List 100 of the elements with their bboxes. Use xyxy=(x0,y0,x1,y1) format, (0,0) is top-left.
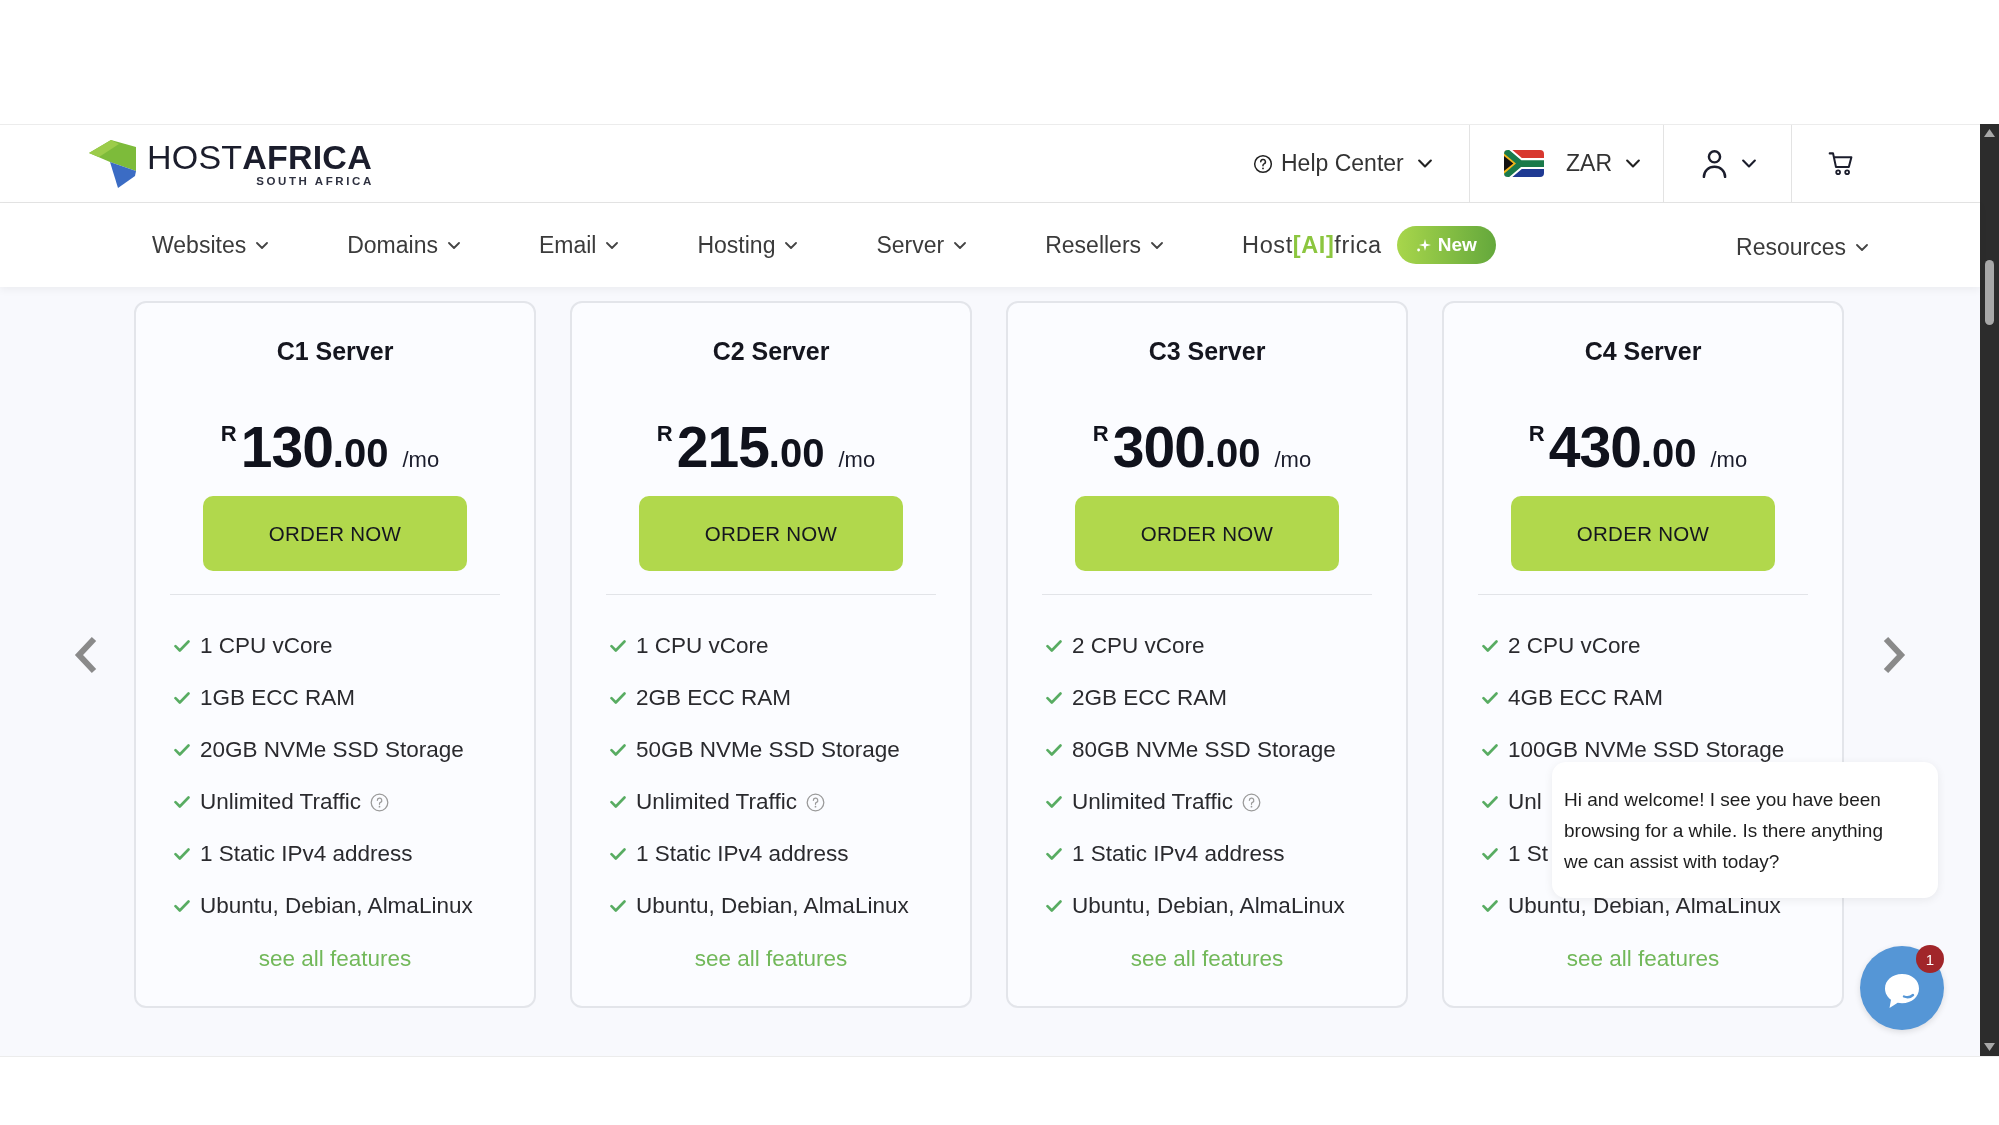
order-now-button[interactable]: ORDER NOW xyxy=(1075,496,1339,571)
plan-name: C2 Server xyxy=(712,336,830,366)
check-icon xyxy=(1482,744,1498,756)
brand-name[interactable]: HOSTAFRICA xyxy=(147,139,372,174)
feature-text: 20GB NVMe SSD Storage xyxy=(200,737,464,763)
new-badge: New xyxy=(1396,226,1496,264)
feature-text: Unl xyxy=(1508,789,1542,815)
nav-menu-item[interactable]: Websites xyxy=(152,231,269,259)
notification-badge: 1 xyxy=(1916,945,1944,973)
check-icon xyxy=(610,848,626,860)
feature-text: Ubuntu, Debian, AlmaLinux xyxy=(636,893,909,919)
plan-price: $^{R}$ 215.00 xyxy=(656,414,825,481)
feature-text: 2 CPU vCore xyxy=(1508,633,1641,659)
feature-text: Unlimited Traffic xyxy=(636,789,797,815)
plan-price: $^{R}$ 430.00 xyxy=(1528,414,1697,481)
check-icon xyxy=(610,692,626,704)
feature-text: 1 CPU vCore xyxy=(200,633,333,659)
plan-price: $^{R}$ 300.00 xyxy=(1092,414,1261,481)
chat-message: Hi and welcome! I see you have been browsing for a while. Is there anything we can assist with today? xyxy=(1564,788,1884,874)
feature-text: 1 Static IPv4 address xyxy=(200,841,413,867)
currency-selector[interactable]: ZAR xyxy=(1504,150,1640,177)
check-icon xyxy=(610,796,626,808)
help-icon[interactable] xyxy=(805,792,825,812)
feature-text: Unlimited Traffic xyxy=(1072,789,1233,815)
user-icon[interactable] xyxy=(1701,149,1728,178)
brand-tagline: SOUTH AFRICA xyxy=(256,173,374,188)
chevron-right-icon[interactable] xyxy=(1882,635,1906,674)
check-icon xyxy=(1046,692,1062,704)
nav-menu-item[interactable]: Email xyxy=(538,231,619,259)
check-icon xyxy=(1482,640,1498,652)
feature-text: 80GB NVMe SSD Storage xyxy=(1072,737,1336,763)
feature-text: Ubuntu, Debian, AlmaLinux xyxy=(200,893,473,919)
order-now-button[interactable]: ORDER NOW xyxy=(639,496,903,571)
help-icon[interactable] xyxy=(1241,792,1261,812)
scroll-up-icon[interactable] xyxy=(1984,129,1995,137)
scroll-down-icon[interactable] xyxy=(1984,1043,1995,1051)
feature-text: 100GB NVMe SSD Storage xyxy=(1508,737,1785,763)
scrollbar-thumb[interactable] xyxy=(1985,260,1994,325)
check-icon xyxy=(1046,796,1062,808)
chevron-down-icon xyxy=(785,241,798,249)
order-now-button[interactable]: ORDER NOW xyxy=(203,496,467,571)
nav-menu-item[interactable]: Domains xyxy=(347,231,460,259)
check-icon xyxy=(174,744,190,756)
chevron-down-icon xyxy=(256,241,269,249)
chevron-down-icon xyxy=(954,241,967,249)
billing-period: /mo xyxy=(402,446,440,474)
feature-text: Unlimited Traffic xyxy=(200,789,361,815)
ai-product-link[interactable]: Host[AI]frica xyxy=(1242,231,1382,259)
chevron-down-icon xyxy=(1626,159,1640,168)
chat-bubble-icon xyxy=(1882,972,1922,1010)
check-icon xyxy=(174,796,190,808)
chevron-down-icon xyxy=(1151,241,1164,249)
check-icon xyxy=(174,848,190,860)
chevron-down-icon xyxy=(606,241,619,249)
check-icon xyxy=(610,900,626,912)
check-icon xyxy=(1482,900,1498,912)
billing-period: /mo xyxy=(1710,446,1748,474)
chevron-left-icon[interactable] xyxy=(74,635,98,674)
check-icon xyxy=(1046,744,1062,756)
feature-text: 2GB ECC RAM xyxy=(636,685,792,711)
check-icon xyxy=(1046,848,1062,860)
plan-name: C1 Server xyxy=(276,336,394,366)
chevron-down-icon xyxy=(1417,159,1432,168)
sparkle-icon xyxy=(1416,238,1431,252)
nav-menu-item[interactable]: Resellers xyxy=(1045,231,1164,259)
nav-menu-item[interactable]: Hosting xyxy=(697,231,798,259)
scrollbar[interactable] xyxy=(1980,124,1999,1056)
help-icon xyxy=(1253,153,1273,174)
feature-text: 1GB ECC RAM xyxy=(200,685,356,711)
billing-period: /mo xyxy=(838,446,876,474)
check-icon xyxy=(174,900,190,912)
plan-name: C3 Server xyxy=(1148,336,1266,366)
check-icon xyxy=(1046,900,1062,912)
feature-text: 50GB NVMe SSD Storage xyxy=(636,737,900,763)
check-icon xyxy=(610,744,626,756)
check-icon xyxy=(1482,692,1498,704)
plan-name: C4 Server xyxy=(1584,336,1702,366)
feature-text: 2GB ECC RAM xyxy=(1072,685,1228,711)
logo-icon[interactable] xyxy=(89,139,136,188)
feature-text: 1 St xyxy=(1508,841,1549,867)
check-icon xyxy=(174,640,190,652)
feature-text: 1 Static IPv4 address xyxy=(1072,841,1285,867)
check-icon xyxy=(174,692,190,704)
chevron-down-icon xyxy=(447,241,460,249)
order-now-button[interactable]: ORDER NOW xyxy=(1511,496,1775,571)
cart-icon[interactable] xyxy=(1828,150,1855,177)
billing-period: /mo xyxy=(1274,446,1312,474)
flag-icon xyxy=(1504,150,1544,177)
feature-text: 1 Static IPv4 address xyxy=(636,841,849,867)
chevron-down-icon xyxy=(1742,159,1756,168)
chevron-down-icon xyxy=(1856,244,1868,251)
nav-menu-item[interactable]: Resources xyxy=(1736,234,1868,261)
help-icon[interactable] xyxy=(369,792,389,812)
feature-text: Ubuntu, Debian, AlmaLinux xyxy=(1072,893,1345,919)
check-icon xyxy=(1482,848,1498,860)
help-center-menu[interactable]: Help Center xyxy=(1253,150,1432,177)
check-icon xyxy=(610,640,626,652)
plan-price: $^{R}$ 130.00 xyxy=(220,414,389,481)
nav-menu-item[interactable]: Server xyxy=(876,231,967,259)
feature-text: 2 CPU vCore xyxy=(1072,633,1205,659)
